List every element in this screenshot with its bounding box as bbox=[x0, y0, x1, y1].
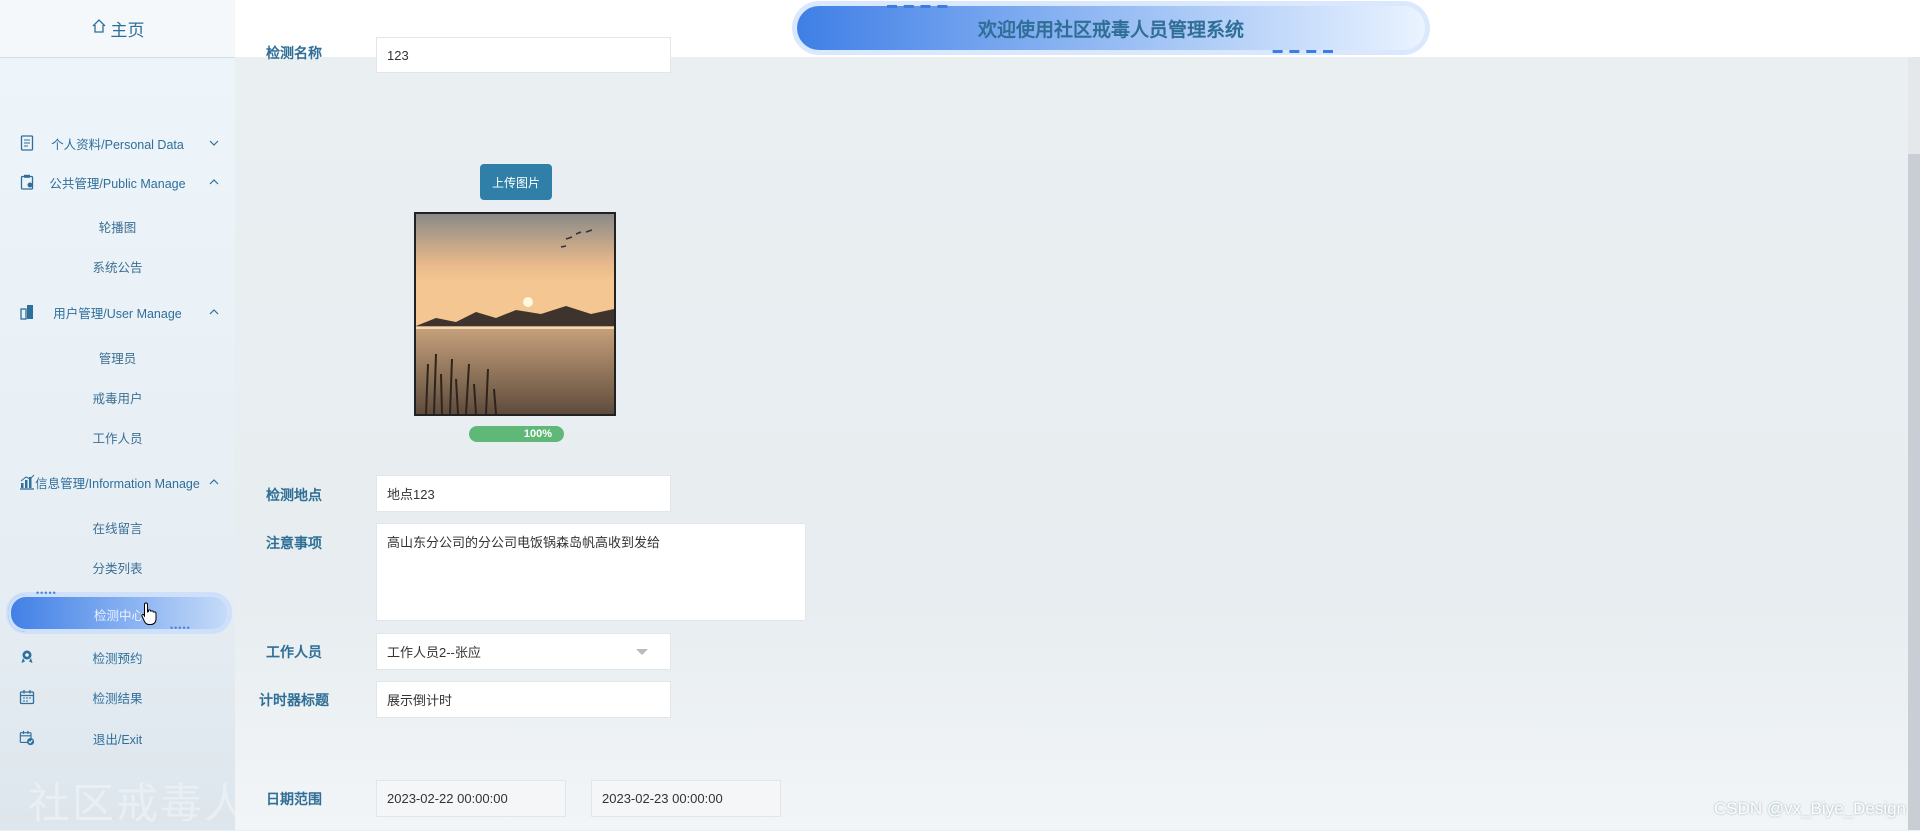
scrollbar-thumb[interactable] bbox=[1908, 154, 1920, 830]
chevron-up-icon bbox=[209, 479, 219, 485]
timer-title-label: 计时器标题 bbox=[259, 692, 329, 708]
upload-image-button[interactable]: 上传图片 bbox=[480, 164, 552, 200]
notes-textarea[interactable]: 高山东分公司的分公司电饭锅森岛帆高收到发给 bbox=[376, 523, 806, 621]
sidebar-item-appointments[interactable]: 检测预约 bbox=[0, 637, 235, 677]
staff-label: 工作人员 bbox=[266, 644, 322, 660]
location-label: 检测地点 bbox=[266, 487, 322, 503]
sidebar-item-label: 检测中心 bbox=[93, 609, 144, 623]
sidebar-item-personal-data[interactable]: 个人资料/Personal Data bbox=[0, 123, 235, 163]
title-banner: ▬ ▬ ▬ ▬ 欢迎使用社区戒毒人员管理系统 ▬ ▬ ▬ ▬ bbox=[797, 0, 1425, 56]
home-link[interactable]: 主页 bbox=[0, 0, 235, 58]
uploaded-image bbox=[414, 212, 616, 416]
upload-progress-bar: 100% bbox=[469, 426, 564, 442]
sidebar-item-information-manage[interactable]: 信息管理/Information Manage bbox=[0, 462, 235, 502]
sidebar-item-admins[interactable]: 管理员 bbox=[0, 337, 235, 377]
date-end-input[interactable]: 2023-02-23 00:00:00 bbox=[591, 780, 781, 817]
chevron-up-icon bbox=[209, 179, 219, 185]
sidebar-item-carousel[interactable]: 轮播图 bbox=[0, 206, 235, 246]
sidebar-item-staff[interactable]: 工作人员 bbox=[0, 417, 235, 457]
chevron-down-icon bbox=[209, 140, 219, 146]
sidebar-item-label: 检测结果 bbox=[92, 691, 143, 706]
decor-dots: ••••• bbox=[170, 623, 191, 633]
location-input[interactable]: 地点123 bbox=[376, 475, 671, 512]
sidebar-item-rehab-users[interactable]: 戒毒用户 bbox=[0, 377, 235, 417]
sidebar-item-label: 在线留言 bbox=[92, 521, 143, 536]
main-content: 检测名称 123 上传图片 100% 检测地点 地点123 注意事项 高山东分公… bbox=[235, 37, 1920, 830]
sidebar-item-label: 工作人员 bbox=[92, 431, 143, 446]
sidebar-item-label: 信息管理/Information Manage bbox=[35, 476, 200, 491]
decor-dots: ▬ ▬ ▬ ▬ bbox=[887, 0, 950, 11]
sidebar-item-label: 系统公告 bbox=[92, 260, 143, 275]
sidebar-item-exit[interactable]: 退出/Exit bbox=[0, 718, 235, 758]
chevron-down-icon bbox=[636, 649, 648, 655]
notes-label: 注意事项 bbox=[266, 535, 322, 551]
watermark-credit: CSDN @vx_Biye_Design bbox=[1713, 799, 1906, 818]
sidebar-item-label: 管理员 bbox=[98, 351, 137, 366]
staff-select-value: 工作人员2--张应 bbox=[387, 645, 481, 660]
sidebar-item-label: 公共管理/Public Manage bbox=[49, 176, 186, 191]
date-start-input[interactable]: 2023-02-22 00:00:00 bbox=[376, 780, 566, 817]
decor-dots: ▬ ▬ ▬ ▬ bbox=[1272, 45, 1335, 56]
hand-cursor-icon bbox=[141, 602, 157, 625]
decor-dots: ••••• bbox=[36, 588, 57, 598]
home-label: 主页 bbox=[110, 21, 145, 40]
date-range-label: 日期范围 bbox=[266, 791, 322, 807]
sidebar: 主页 个人资料/Personal Data 公共管理/Public Manage… bbox=[0, 0, 236, 830]
timer-title-input[interactable]: 展示倒计时 bbox=[376, 681, 671, 718]
sidebar-item-messages[interactable]: 在线留言 bbox=[0, 507, 235, 547]
sidebar-item-testing-center[interactable]: 检测中心 bbox=[6, 592, 232, 634]
sidebar-item-label: 退出/Exit bbox=[92, 732, 143, 747]
chevron-up-icon bbox=[209, 309, 219, 315]
sidebar-item-announcements[interactable]: 系统公告 bbox=[0, 246, 235, 286]
name-label: 检测名称 bbox=[266, 45, 322, 61]
sidebar-item-user-manage[interactable]: 用户管理/User Manage bbox=[0, 292, 235, 332]
sidebar-item-label: 轮播图 bbox=[98, 220, 137, 235]
sidebar-item-label: 用户管理/User Manage bbox=[53, 306, 182, 321]
sidebar-item-label: 个人资料/Personal Data bbox=[51, 137, 184, 152]
staff-select[interactable]: 工作人员2--张应 bbox=[376, 633, 671, 670]
sidebar-item-label: 检测预约 bbox=[92, 651, 143, 666]
sidebar-item-categories[interactable]: 分类列表 bbox=[0, 547, 235, 587]
sidebar-item-label: 戒毒用户 bbox=[92, 391, 143, 406]
name-input[interactable]: 123 bbox=[376, 37, 671, 73]
sidebar-item-label: 分类列表 bbox=[92, 561, 143, 576]
page-title: 欢迎使用社区戒毒人员管理系统 bbox=[977, 19, 1244, 41]
sidebar-item-public-manage[interactable]: 公共管理/Public Manage bbox=[0, 162, 235, 202]
sidebar-item-results[interactable]: 检测结果 bbox=[0, 677, 235, 717]
home-icon bbox=[91, 18, 107, 39]
